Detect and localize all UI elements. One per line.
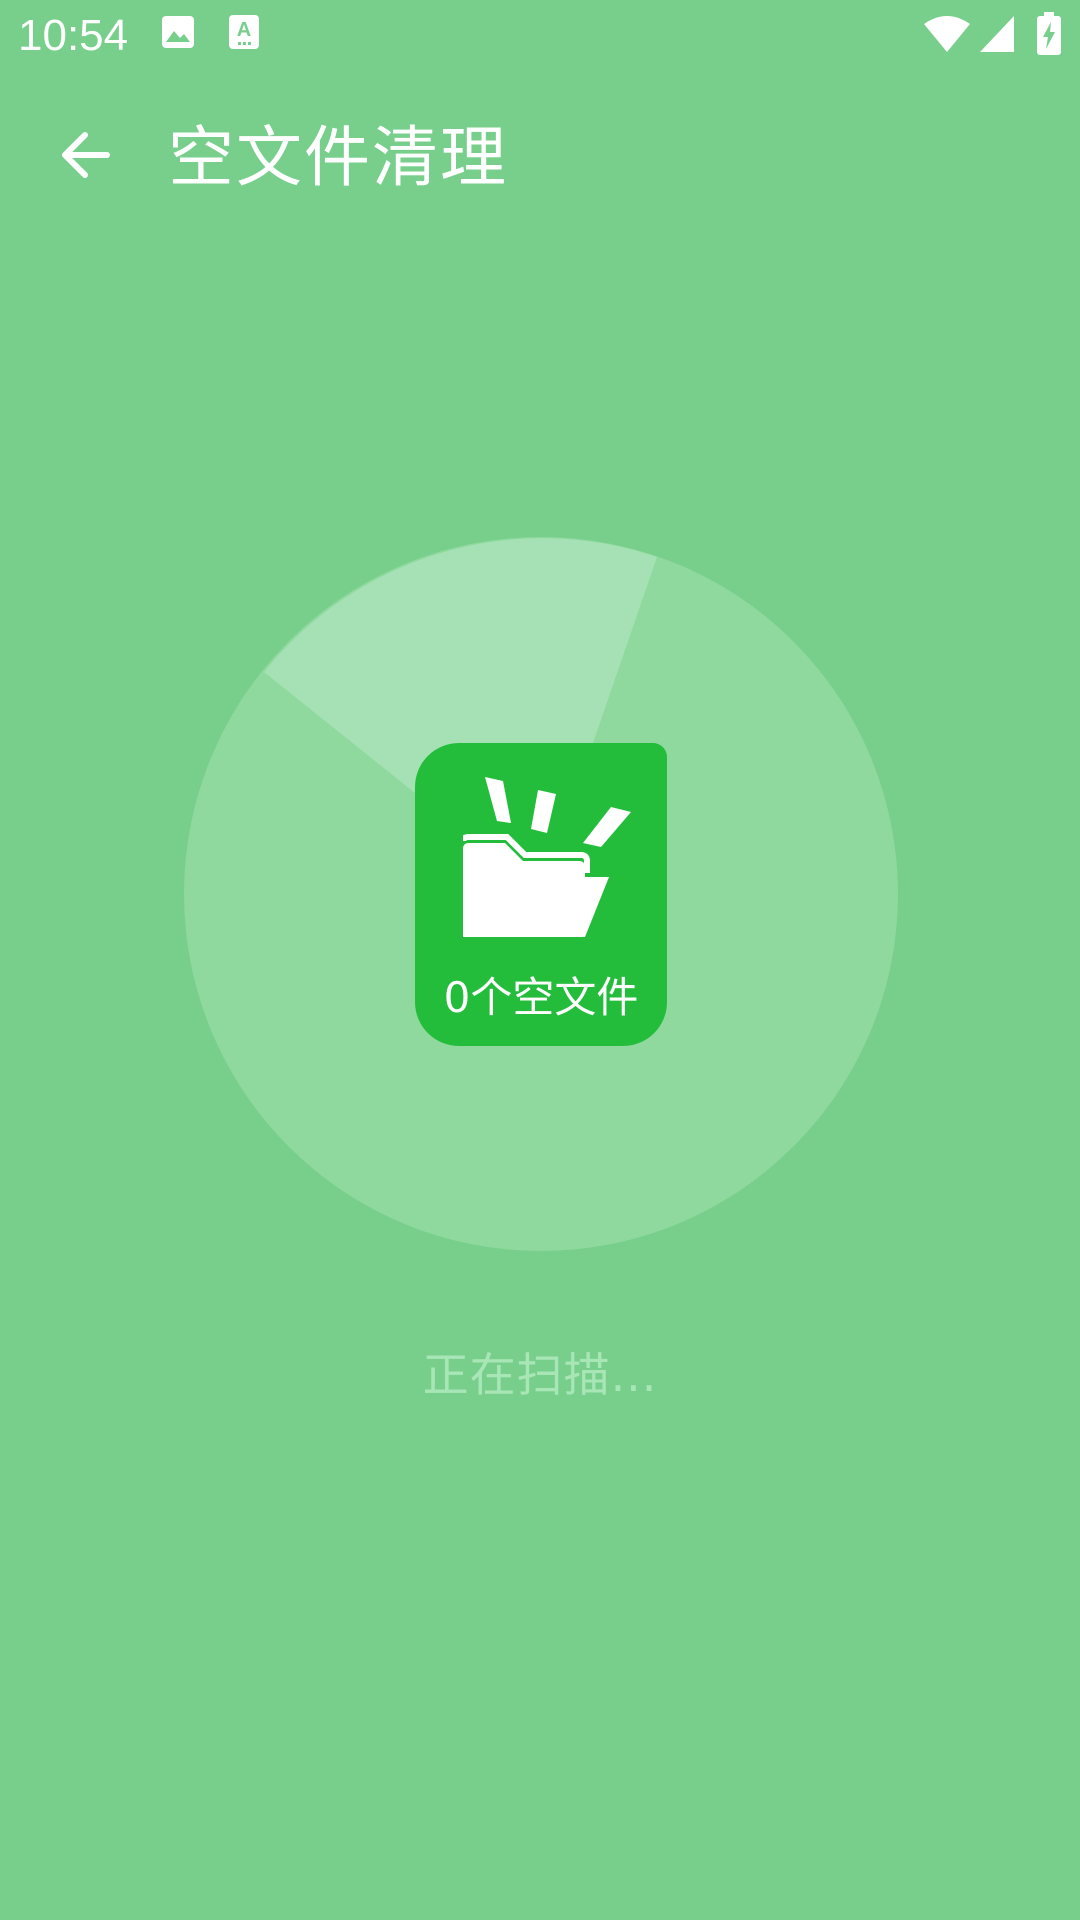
- scan-area: 0个空文件 正在扫描...: [0, 0, 1080, 1920]
- open-folder-icon: [463, 777, 631, 937]
- scanning-status: 正在扫描...: [422, 1348, 658, 1402]
- empty-file-count: 0个空文件: [443, 973, 639, 1022]
- empty-file-icon-box: 0个空文件: [415, 743, 667, 1046]
